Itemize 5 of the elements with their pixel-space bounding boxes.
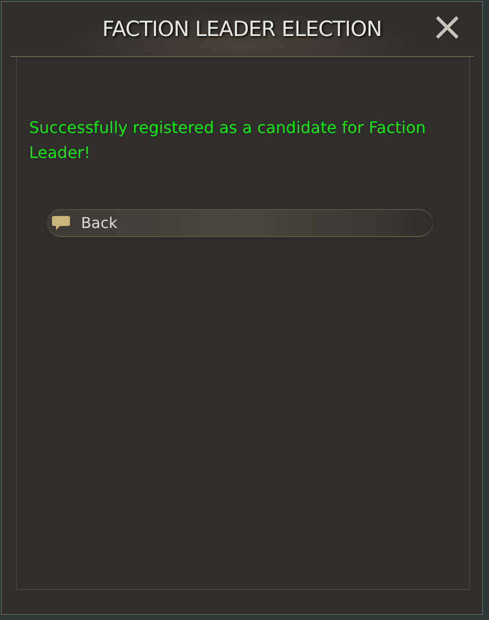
window-title: FACTION LEADER ELECTION bbox=[102, 17, 382, 41]
close-button[interactable]: × bbox=[426, 10, 468, 44]
speech-bubble-icon bbox=[51, 215, 71, 231]
status-message: Successfully registered as a candidate for Faction Leader! bbox=[29, 117, 427, 164]
back-option[interactable]: Back bbox=[47, 209, 433, 237]
